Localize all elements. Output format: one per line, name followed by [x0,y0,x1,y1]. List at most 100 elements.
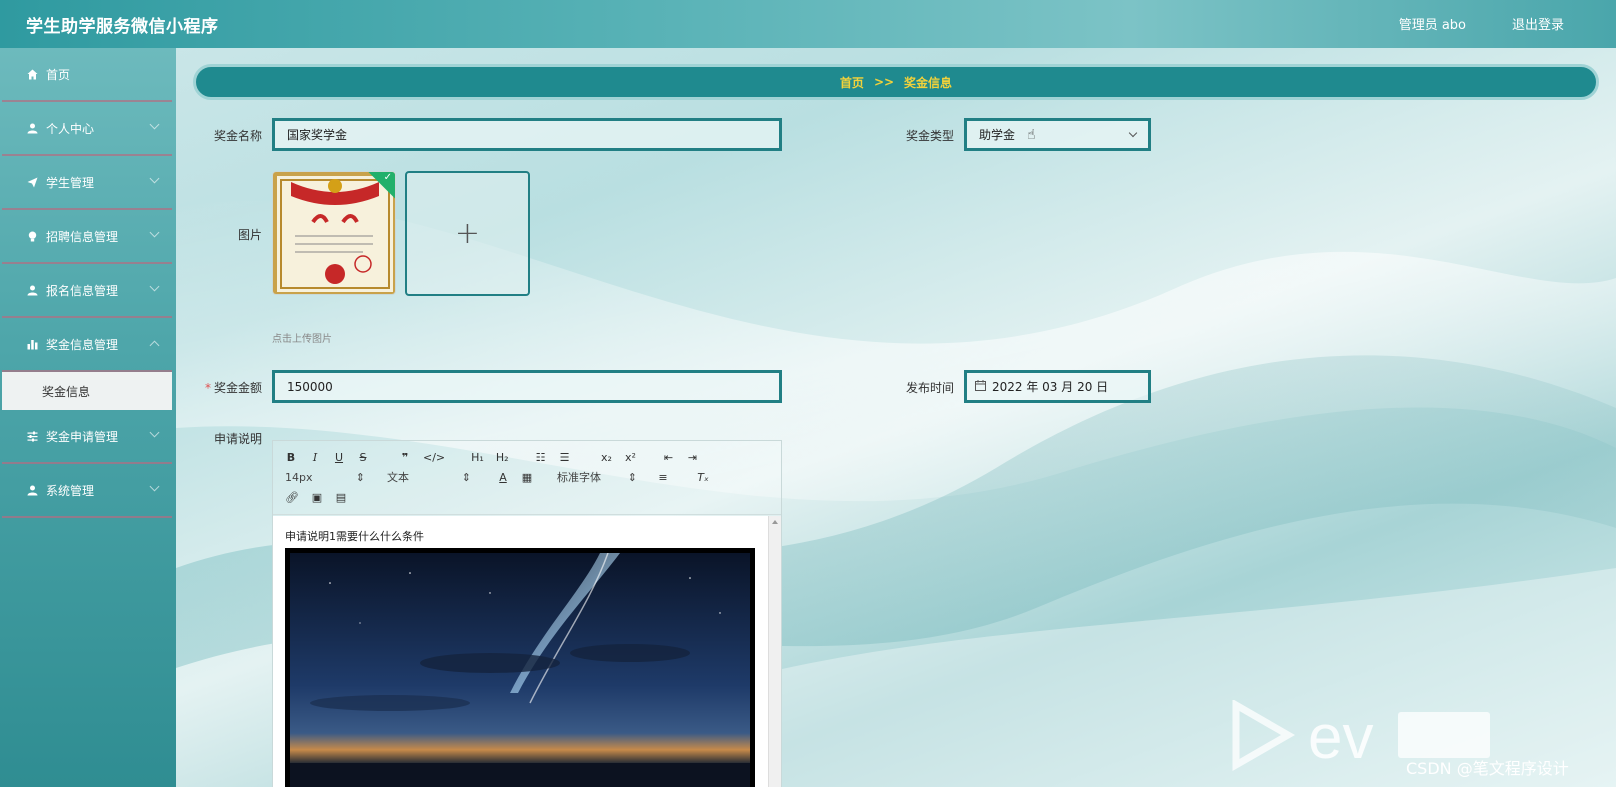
plus-icon: + [454,216,481,251]
scroll-up-icon[interactable] [772,520,778,524]
home-icon [26,68,38,80]
block-type-value: 文本 [387,471,409,484]
pointer-cursor-icon: ☝ [1027,126,1036,143]
font-size-select[interactable]: 14px ⇕ [285,471,365,484]
user-icon [26,284,38,296]
add-image-button[interactable]: + [405,171,530,296]
publish-date-picker[interactable]: 2022 年 03 月 20 日 [964,370,1151,403]
app-title: 学生助学服务微信小程序 [26,17,219,37]
sidebar-item-home[interactable]: 首页 [2,48,172,102]
background-color-icon[interactable]: ▦ [521,471,533,484]
editor-toolbar: B I U S ❞ </> H₁ H₂ ☷ ☰ x₂ x² ⇤ ⇥ 14px ⇕ … [273,441,781,515]
align-icon[interactable]: ≡ [657,471,669,484]
bonus-amount-label-text: 奖金金额 [213,381,262,395]
strikethrough-icon[interactable]: S [357,451,369,464]
description-label: 申请说明 [213,432,262,446]
send-icon [26,176,38,188]
sidebar-item-bonus-info-management[interactable]: 奖金信息管理 [2,318,172,372]
csdn-watermark: CSDN @笔文程序设计 [1406,759,1569,778]
code-block-icon[interactable]: </> [423,451,445,464]
bonus-amount-input[interactable]: 150000 [272,370,782,403]
image-icon[interactable]: ▣ [311,491,323,504]
heading2-icon[interactable]: H₂ [496,451,509,464]
chevron-down-icon [149,427,160,438]
chevron-down-icon [149,227,160,238]
sidebar-item-label: 招聘信息管理 [46,229,119,244]
check-icon: ✓ [383,172,392,183]
ordered-list-icon[interactable]: ☷ [535,451,547,464]
certificate-illustration [273,172,395,294]
chevron-down-icon [149,481,160,492]
chevron-up-icon [149,340,160,351]
image-label: 图片 [237,228,262,242]
user-icon [26,484,38,496]
breadcrumb-home[interactable]: 首页 [840,74,864,91]
editor-content[interactable]: 申请说明1需要什么什么条件 [273,516,769,787]
select-arrows-icon: ⇕ [461,470,471,484]
chart-icon [26,338,38,350]
rich-text-editor[interactable]: B I U S ❞ </> H₁ H₂ ☷ ☰ x₂ x² ⇤ ⇥ 14px ⇕ … [272,440,782,787]
font-color-icon[interactable]: A [497,471,509,484]
sidebar-item-bonus-application-management[interactable]: 奖金申请管理 [2,410,172,464]
night-sky-comet-image [290,552,750,787]
bonus-type-value: 助学金 [979,128,1016,142]
bonus-name-value: 国家奖学金 [287,128,348,142]
block-type-select[interactable]: 文本 ⇕ [387,469,471,485]
sliders-icon [26,430,38,442]
publish-date-value: 2022 年 03 月 20 日 [992,380,1109,394]
editor-scrollbar[interactable] [768,516,781,787]
sidebar-item-label: 学生管理 [46,175,95,190]
bonus-type-label: 奖金类型 [905,129,954,143]
font-family-select[interactable]: 标准字体 ⇕ [557,469,637,485]
bonus-amount-label: * 奖金金额 [192,379,262,396]
breadcrumb-current: 奖金信息 [904,75,953,90]
sidebar-item-label: 奖金申请管理 [46,429,119,444]
bonus-name-label: 奖金名称 [213,129,262,143]
subscript-icon[interactable]: x₂ [601,451,613,464]
sidebar-item-label: 系统管理 [46,483,95,498]
top-header: 学生助学服务微信小程序 管理员 abo 退出登录 [0,0,1616,48]
sidebar-item-label: 个人中心 [46,121,95,136]
chevron-down-icon [149,281,160,292]
sidebar-item-label: 奖金信息管理 [46,337,119,352]
bonus-type-select[interactable]: 助学金 ☝ [964,118,1151,151]
logout-button[interactable]: 退出登录 [1512,14,1564,33]
bulb-icon [26,230,38,242]
required-mark: * [204,381,211,395]
blockquote-icon[interactable]: ❞ [399,451,411,464]
chevron-down-icon [149,119,160,130]
sidebar-item-registration-management[interactable]: 报名信息管理 [2,264,172,318]
sidebar-item-personal-center[interactable]: 个人中心 [2,102,172,156]
select-arrows-icon: ⇕ [355,470,365,484]
bold-icon[interactable]: B [285,451,297,464]
editor-content-text: 申请说明1需要什么什么条件 [285,530,424,543]
superscript-icon[interactable]: x² [625,451,637,464]
link-icon[interactable]: 🔗︎ [285,491,299,504]
chevron-down-icon [1128,128,1138,138]
underline-icon[interactable]: U [333,451,345,464]
sidebar-item-student-management[interactable]: 学生管理 [2,156,172,210]
editor-embedded-image[interactable] [285,548,755,787]
bullet-list-icon[interactable]: ☰ [559,451,571,464]
user-icon [26,122,38,134]
sidebar-item-label: 首页 [46,67,71,82]
publish-date-label: 发布时间 [905,381,954,395]
clear-format-icon[interactable]: Tₓ [697,471,709,484]
bonus-name-input[interactable]: 国家奖学金 [272,118,782,151]
outdent-icon[interactable]: ⇤ [663,451,675,464]
bonus-amount-value: 150000 [287,379,333,394]
uploaded-certificate-image[interactable]: ✓ [272,171,396,295]
sidebar-subitem-bonus-info[interactable]: 奖金信息 [2,372,172,410]
sidebar-subitem-label: 奖金信息 [42,384,91,399]
svg-text:ev: ev [1308,703,1373,772]
breadcrumb: 首页 >> 奖金信息 [193,64,1599,100]
font-size-value: 14px [285,470,313,484]
video-icon[interactable]: ▤ [335,491,347,504]
sidebar-item-recruitment-management[interactable]: 招聘信息管理 [2,210,172,264]
italic-icon[interactable]: I [309,451,321,464]
sidebar: 首页 个人中心 学生管理 招聘信息管理 报名信息管理 奖金信息管理 奖金信息 奖… [0,48,176,787]
heading1-icon[interactable]: H₁ [471,451,484,464]
sidebar-item-system-management[interactable]: 系统管理 [2,464,172,518]
indent-icon[interactable]: ⇥ [687,451,699,464]
current-user: 管理员 abo [1398,18,1466,33]
